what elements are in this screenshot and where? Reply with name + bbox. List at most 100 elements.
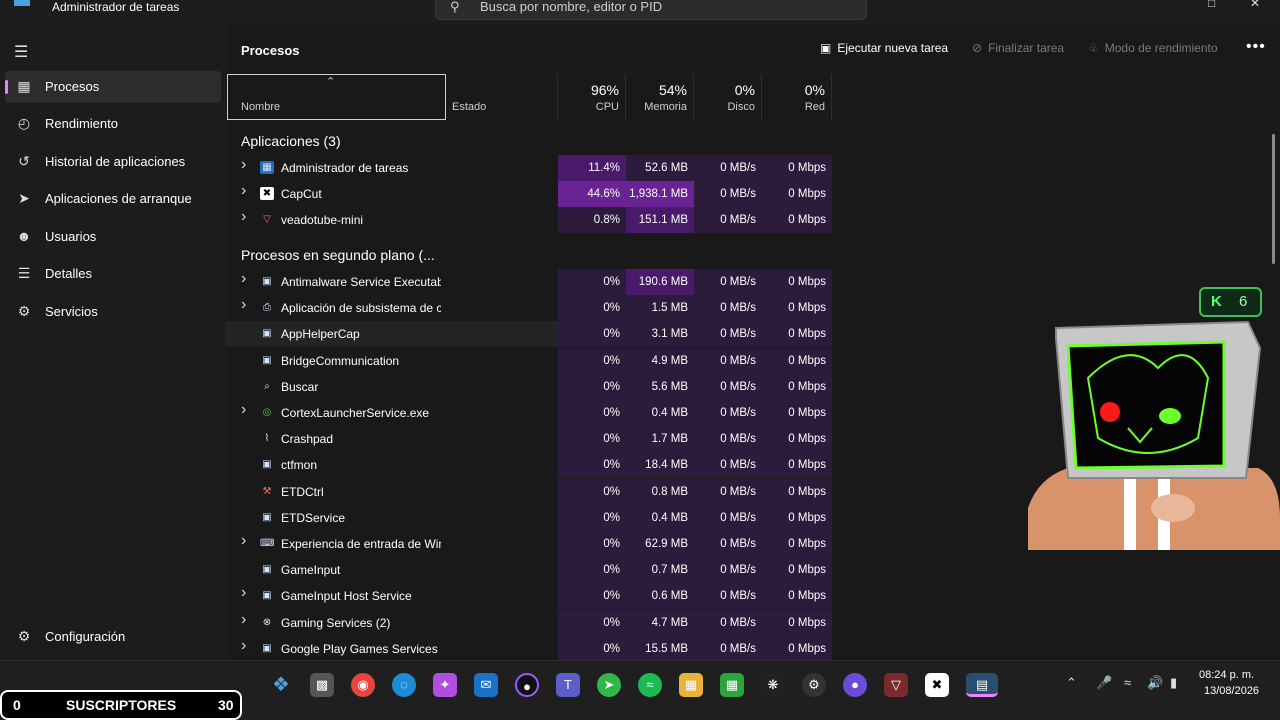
table-row[interactable]: › ▣ Google Play Games Services 0% 15.5 MB 0 M… — [226, 635, 832, 662]
task-view-icon[interactable]: ▩ — [310, 673, 334, 697]
window-icon: ▣ — [262, 354, 272, 366]
clock-time[interactable]: 08:24 p. m. — [1199, 669, 1254, 681]
wifi-icon[interactable]: ≈ — [1124, 675, 1131, 690]
task-manager-taskbar-icon[interactable]: ▤ — [966, 673, 998, 697]
scrollbar[interactable] — [1272, 134, 1275, 264]
performance-icon: ◴ — [17, 115, 31, 131]
startup-icon: ➤ — [18, 190, 30, 206]
new-task-icon: ▣ — [820, 41, 832, 55]
obs-icon[interactable]: ● — [515, 673, 539, 697]
process-name: AppHelperCap — [281, 327, 360, 342]
run-new-task-button[interactable]: ▣ Ejecutar nueva tarea — [820, 41, 948, 55]
veadotube-icon[interactable]: ▽ — [884, 673, 908, 697]
copilot-icon[interactable]: ✦ — [433, 673, 457, 697]
hamburger-menu-icon[interactable]: ☰ — [14, 42, 28, 62]
cpu-cell: 0% — [558, 373, 626, 400]
table-row[interactable]: › ▣ GameInput Host Service 0% 0.6 MB 0 MB/s 0 … — [226, 583, 832, 610]
windows-start-icon[interactable]: ❖ — [269, 673, 293, 697]
volume-icon[interactable]: 🔊 — [1147, 675, 1163, 691]
table-row[interactable]: ▣ AppHelperCap 0% 3.1 MB 0 MB/s 0 Mbps — [226, 321, 832, 348]
chevron-right-icon[interactable]: › — [241, 611, 246, 629]
chat-icon[interactable]: ● — [843, 673, 867, 697]
table-row[interactable]: › ▦ Administrador de tareas 11.4% 52.6 MB 0 M… — [226, 155, 832, 181]
network-cell: 0 Mbps — [762, 347, 832, 374]
battery-icon[interactable]: ▮ — [1170, 675, 1177, 691]
sidebar-item-detalles[interactable]: ☰ Detalles — [5, 258, 221, 290]
window-icon: ▣ — [262, 564, 272, 576]
table-row[interactable]: ▣ GameInput 0% 0.7 MB 0 MB/s 0 Mbps — [226, 557, 832, 584]
microphone-icon[interactable]: 🎤 — [1096, 675, 1112, 691]
sidebar-item-arranque[interactable]: ➤ Aplicaciones de arranque — [5, 183, 221, 215]
memory-cell: 62.9 MB — [626, 531, 694, 557]
memory-cell: 5.6 MB — [626, 373, 694, 400]
chevron-right-icon[interactable]: › — [241, 182, 246, 200]
chevron-up-icon[interactable]: ⌃ — [1066, 675, 1077, 691]
excel-icon[interactable]: ▦ — [720, 673, 744, 697]
column-header-network[interactable]: 0% Red — [762, 74, 832, 120]
pinwheel-icon[interactable]: ❋ — [761, 673, 785, 697]
table-row[interactable]: ⚒ ETDCtrl 0% 0.8 MB 0 MB/s 0 Mbps — [226, 478, 832, 505]
process-name: BridgeCommunication — [281, 353, 400, 368]
sidebar-item-procesos[interactable]: ▦ Procesos — [5, 71, 221, 103]
efficiency-mode-button[interactable]: ♧ Modo de rendimiento — [1088, 41, 1218, 55]
table-row[interactable]: › ⌨ Experiencia de entrada de Win... 0% 62.9… — [226, 531, 832, 557]
chevron-right-icon[interactable]: › — [241, 532, 246, 550]
table-row[interactable]: › ⎙ Aplicación de subsistema de c... 0% 1.5 … — [226, 295, 832, 322]
table-row[interactable]: ⌇ Crashpad 0% 1.7 MB 0 MB/s 0 Mbps — [226, 426, 832, 453]
printer-icon: ⎙ — [263, 302, 271, 314]
chevron-right-icon[interactable]: › — [241, 637, 246, 655]
disk-cell: 0 MB/s — [694, 373, 762, 400]
teams-icon[interactable]: T — [556, 673, 580, 697]
table-row[interactable]: › ▣ Antimalware Service Executable 0% 190.6 … — [226, 269, 832, 295]
search-input[interactable]: ⚲ Busca por nombre, editor o PID — [435, 0, 867, 20]
memory-cell: 1.7 MB — [626, 426, 694, 453]
table-row[interactable]: ⌕ Buscar 0% 5.6 MB 0 MB/s 0 Mbps — [226, 373, 832, 400]
subscriber-label: SUSCRIPTORES — [66, 697, 177, 713]
end-task-button[interactable]: ⊘ Finalizar tarea — [972, 41, 1064, 55]
chevron-right-icon[interactable]: › — [241, 156, 246, 174]
keyboard-icon: ⌨ — [260, 538, 275, 549]
more-options-icon[interactable]: ••• — [1246, 38, 1266, 56]
cpu-cell: 0% — [558, 478, 626, 505]
table-row[interactable]: › ⊗ Gaming Services (2) 0% 4.7 MB 0 MB/s 0 Mbp… — [226, 609, 832, 636]
chevron-right-icon[interactable]: › — [241, 584, 246, 602]
outlook-icon[interactable]: ✉ — [474, 673, 498, 697]
users-icon: ☻ — [16, 228, 32, 244]
edge-icon[interactable]: ◌ — [392, 673, 416, 697]
column-header-status[interactable]: Estado — [446, 74, 558, 120]
sidebar-item-rendimiento[interactable]: ◴ Rendimiento — [5, 108, 221, 140]
capcut-icon[interactable]: ✖ — [925, 673, 949, 697]
sidebar-item-configuracion[interactable]: ⚙ Configuración — [5, 621, 221, 653]
chevron-right-icon[interactable]: › — [241, 296, 246, 314]
network-cell: 0 Mbps — [762, 321, 832, 348]
column-header-cpu[interactable]: 96% CPU — [558, 74, 626, 120]
close-icon[interactable]: ✕ — [1250, 0, 1260, 10]
chevron-right-icon[interactable]: › — [241, 270, 246, 288]
table-row[interactable]: ▣ ctfmon 0% 18.4 MB 0 MB/s 0 Mbps — [226, 452, 832, 479]
cpu-cell: 0% — [558, 635, 626, 662]
table-row[interactable]: › ▽ veadotube-mini 0.8% 151.1 MB 0 MB/s 0 Mbps — [226, 207, 832, 234]
spotify-icon[interactable]: ≈ — [638, 673, 662, 697]
sidebar-item-historial[interactable]: ↺ Historial de aplicaciones — [5, 146, 221, 178]
chevron-right-icon[interactable]: › — [241, 401, 246, 419]
column-header-disk[interactable]: 0% Disco — [694, 74, 762, 120]
cortex-icon[interactable]: ⚙ — [802, 673, 826, 697]
sidebar-item-servicios[interactable]: ⚙ Servicios — [5, 296, 221, 328]
table-row[interactable]: › ◎ CortexLauncherService.exe 0% 0.4 MB 0 MB/… — [226, 400, 832, 426]
kick-icon[interactable]: ➤ — [597, 673, 621, 697]
table-row[interactable]: ▣ ETDService 0% 0.4 MB 0 MB/s 0 Mbps — [226, 504, 832, 531]
sidebar-item-usuarios[interactable]: ☻ Usuarios — [5, 221, 221, 253]
cpu-cell: 0% — [558, 426, 626, 453]
table-row[interactable]: › ✖ CapCut 44.6% 1,938.1 MB 0 MB/s 0 Mbps — [226, 181, 832, 208]
clock-date[interactable]: 13/08/2026 — [1204, 685, 1259, 697]
table-row[interactable]: ▣ BridgeCommunication 0% 4.9 MB 0 MB/s 0 Mbps — [226, 347, 832, 374]
maximize-icon[interactable]: □ — [1208, 0, 1215, 10]
column-header-name[interactable]: ⌃ Nombre — [227, 74, 446, 120]
disk-cell: 0 MB/s — [694, 609, 762, 636]
file-explorer-icon[interactable]: ▦ — [679, 673, 703, 697]
chevron-right-icon[interactable]: › — [241, 208, 246, 226]
column-header-memory[interactable]: 54% Memoria — [626, 74, 694, 120]
chrome-icon[interactable]: ◉ — [351, 673, 375, 697]
process-name: ETDCtrl — [281, 484, 324, 499]
cpu-cell: 0% — [558, 557, 626, 584]
